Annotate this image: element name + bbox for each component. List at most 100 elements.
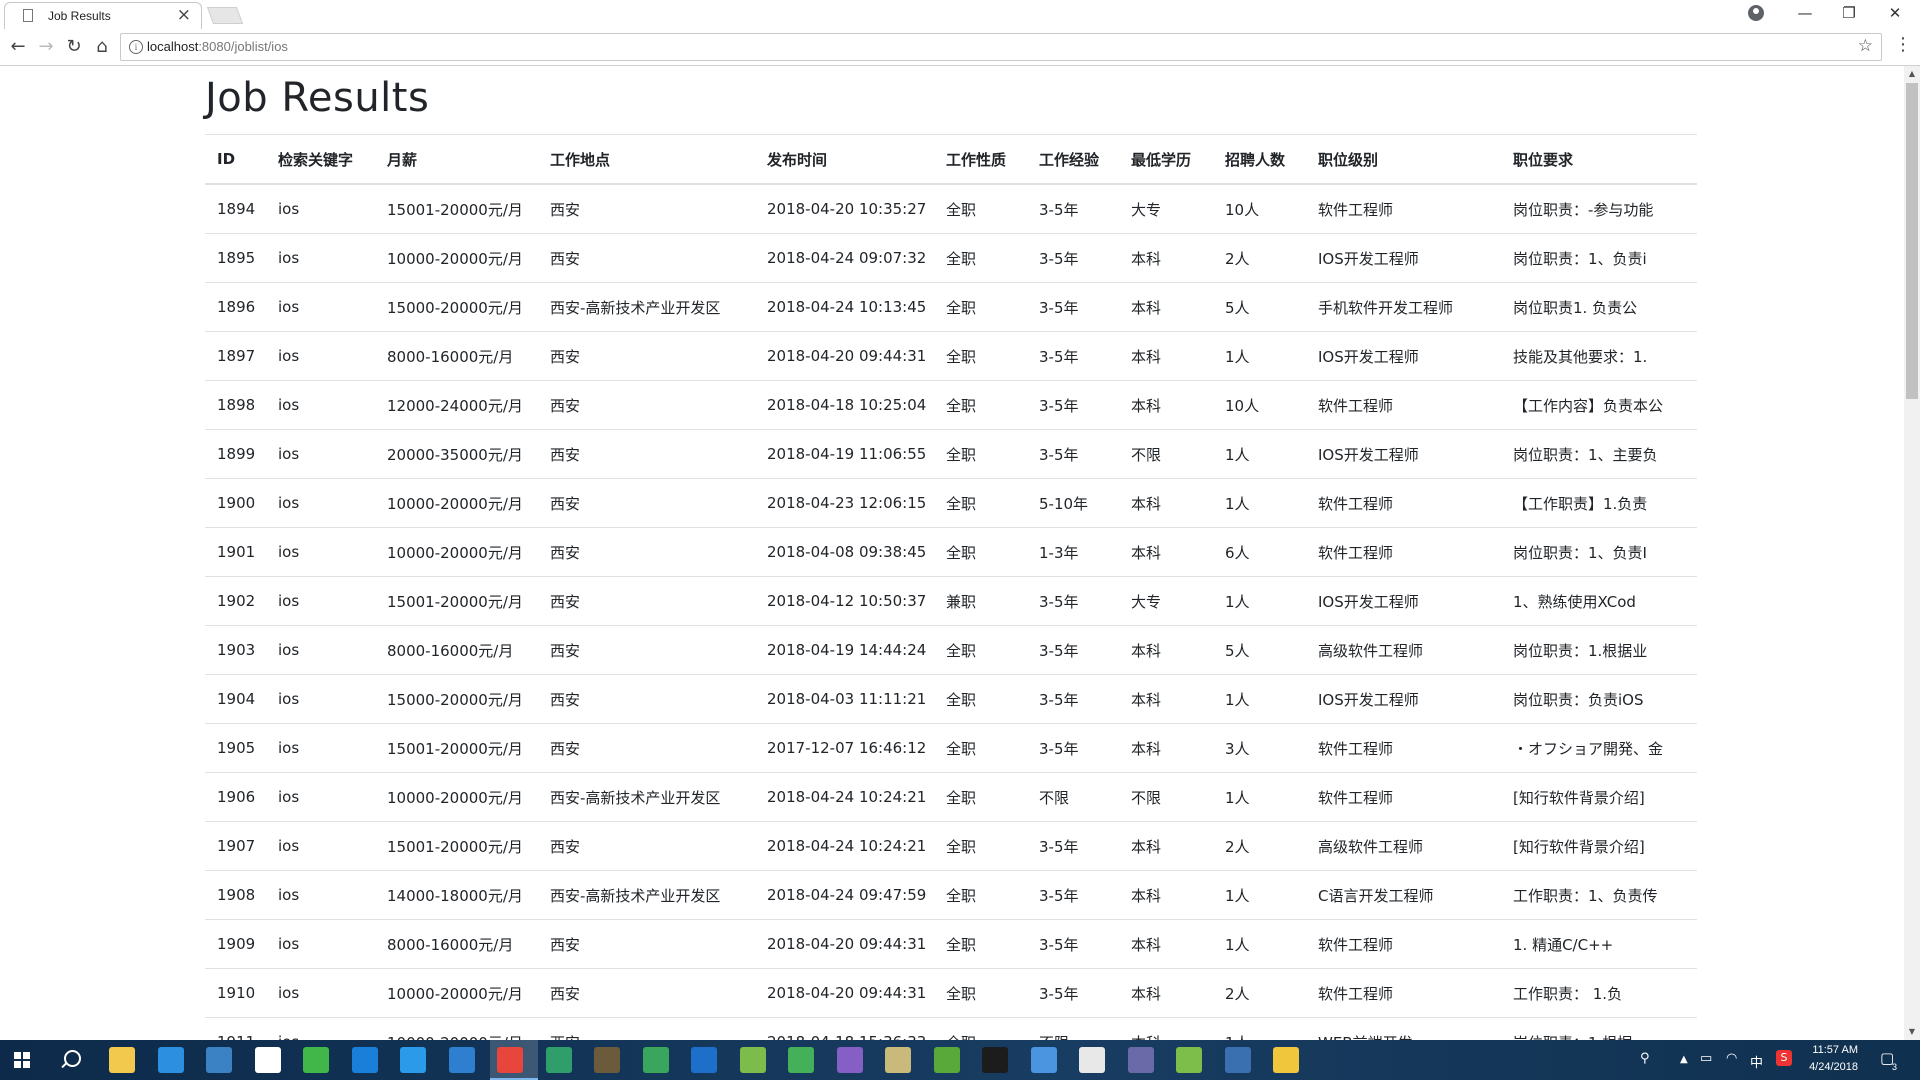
- table-cell: 本科: [1119, 478, 1213, 528]
- table-cell: 3-5年: [1027, 331, 1119, 381]
- dollar-icon[interactable]: [642, 1047, 669, 1073]
- table-cell: 2018-04-12 10:50:37: [755, 576, 934, 626]
- clock-time[interactable]: 11:57 AM: [1808, 1044, 1858, 1056]
- sourcetree-icon[interactable]: [691, 1047, 717, 1073]
- windows-start-icon[interactable]: [14, 1052, 30, 1068]
- column-header: 工作经验: [1027, 134, 1119, 185]
- table-cell: 15000-20000元/月: [375, 282, 538, 332]
- forward-icon[interactable]: →: [34, 35, 58, 59]
- table-cell: 2018-04-23 12:06:15: [755, 478, 934, 528]
- table-cell: 西安-高新技术产业开发区: [538, 772, 755, 822]
- table-cell: 10000-20000元/月: [375, 1017, 538, 1040]
- table-cell: 本科: [1119, 821, 1213, 871]
- home-icon[interactable]: ⌂: [90, 35, 114, 59]
- green-globe-icon[interactable]: [303, 1047, 329, 1073]
- mail-icon[interactable]: [1079, 1047, 1105, 1073]
- green-app-icon[interactable]: [933, 1047, 960, 1073]
- visual-studio-icon[interactable]: [836, 1047, 863, 1073]
- ie-icon[interactable]: [400, 1047, 426, 1073]
- table-cell: 3-5年: [1027, 821, 1119, 871]
- vertical-scrollbar[interactable]: ▲ ▼: [1904, 66, 1920, 1040]
- table-cell: 全职: [934, 478, 1027, 528]
- table-cell: C语言开发工程师: [1306, 870, 1501, 920]
- table-cell: 10000-20000元/月: [375, 478, 538, 528]
- windows-taskbar: ⚲ ▲ ▭ ◠ 中 S 11:57 AM 4/24/2018 ▢ 3: [0, 1040, 1920, 1080]
- file-explorer-icon[interactable]: [109, 1047, 135, 1073]
- table-cell: 工作职责： 1.负: [1501, 968, 1697, 1018]
- table-cell: 本科: [1119, 282, 1213, 332]
- sogou-icon[interactable]: S: [1776, 1050, 1792, 1066]
- column-header: 发布时间: [755, 134, 934, 185]
- leaf-icon[interactable]: [788, 1047, 814, 1073]
- wifi-icon[interactable]: ◠: [1726, 1051, 1737, 1066]
- people-icon[interactable]: ⚲: [1640, 1051, 1650, 1066]
- column-header: 工作性质: [934, 134, 1027, 185]
- edge-icon[interactable]: [351, 1047, 378, 1073]
- browser-tab[interactable]: Job Results ×: [4, 2, 202, 29]
- table-cell: 8000-16000元/月: [375, 331, 538, 381]
- clock-date[interactable]: 4/24/2018: [1808, 1061, 1858, 1073]
- profile-icon[interactable]: [1748, 5, 1764, 21]
- table-cell: 全职: [934, 968, 1027, 1018]
- tools-icon[interactable]: [885, 1047, 911, 1073]
- table-cell: 8000-16000元/月: [375, 919, 538, 969]
- table-cell: ios: [266, 772, 375, 822]
- table-cell: 15000-20000元/月: [375, 674, 538, 724]
- table-cell: 3-5年: [1027, 674, 1119, 724]
- address-bar[interactable]: i localhost:8080/joblist/ios ☆: [120, 33, 1882, 61]
- notepad-icon[interactable]: [739, 1047, 766, 1073]
- table-cell: 2018-04-24 09:07:32: [755, 233, 934, 283]
- table-cell: 2018-04-20 10:35:27: [755, 183, 934, 234]
- table-cell: 西安: [538, 821, 755, 871]
- jenkins-icon[interactable]: [545, 1047, 572, 1073]
- vpn-icon[interactable]: [1127, 1047, 1154, 1073]
- chrome-icon[interactable]: [497, 1047, 523, 1073]
- terminal-icon[interactable]: [982, 1047, 1008, 1073]
- new-tab-button[interactable]: [206, 7, 244, 24]
- table-cell: 1、熟练使用XCod: [1501, 576, 1697, 626]
- ime-indicator[interactable]: 中: [1750, 1052, 1763, 1071]
- restore-icon[interactable]: ❐: [1826, 0, 1872, 29]
- table-cell: WEB前端开发: [1306, 1017, 1501, 1040]
- close-tab-icon[interactable]: ×: [177, 5, 191, 25]
- table-cell: 西安: [538, 380, 755, 430]
- table-cell: 1907: [205, 821, 266, 871]
- search-icon[interactable]: [64, 1050, 81, 1067]
- table-cell: ios: [266, 478, 375, 528]
- sublime-icon[interactable]: [594, 1047, 620, 1073]
- tablet-icon[interactable]: [206, 1047, 232, 1073]
- table-cell: 1901: [205, 527, 266, 577]
- table-cell: 全职: [934, 625, 1027, 675]
- reload-icon[interactable]: ↻: [62, 35, 86, 59]
- table-cell: 全职: [934, 429, 1027, 479]
- table-cell: 全职: [934, 723, 1027, 773]
- back-icon[interactable]: ←: [6, 35, 30, 59]
- android-icon[interactable]: [1176, 1047, 1202, 1073]
- vscode-icon[interactable]: [448, 1047, 475, 1073]
- wireshark-icon[interactable]: [1224, 1047, 1251, 1073]
- table-cell: 1人: [1213, 1017, 1306, 1040]
- table-cell: 本科: [1119, 674, 1213, 724]
- close-window-icon[interactable]: ✕: [1872, 0, 1918, 29]
- scroll-up-icon[interactable]: ▲: [1904, 66, 1920, 82]
- table-cell: 1. 精通C/C++: [1501, 919, 1697, 969]
- battery-icon[interactable]: ▭: [1700, 1051, 1712, 1066]
- menu-icon[interactable]: ⋮: [1894, 34, 1912, 55]
- window-icon[interactable]: [254, 1047, 281, 1073]
- table-cell: 2018-04-24 10:24:21: [755, 821, 934, 871]
- blue-app-icon[interactable]: [1030, 1047, 1057, 1073]
- store-icon[interactable]: [157, 1047, 184, 1073]
- info-icon[interactable]: i: [129, 40, 143, 54]
- git-icon[interactable]: [1273, 1047, 1299, 1073]
- table-cell: ios: [266, 625, 375, 675]
- scroll-thumb[interactable]: [1906, 83, 1918, 399]
- minimize-icon[interactable]: —: [1782, 0, 1828, 29]
- scroll-down-icon[interactable]: ▼: [1904, 1024, 1920, 1040]
- bookmark-star-icon[interactable]: ☆: [1858, 36, 1873, 56]
- page-viewport: Job Results ID 检索关键字 月薪 工作地点 发布时间 工作性质 工作经验 最低学…: [0, 66, 1904, 1040]
- tray-expand-icon[interactable]: ▲: [1680, 1054, 1688, 1065]
- table-cell: 高级软件工程师: [1306, 625, 1501, 675]
- table-cell: 3人: [1213, 723, 1306, 773]
- table-cell: 3-5年: [1027, 870, 1119, 920]
- table-cell: 手机软件开发工程师: [1306, 282, 1501, 332]
